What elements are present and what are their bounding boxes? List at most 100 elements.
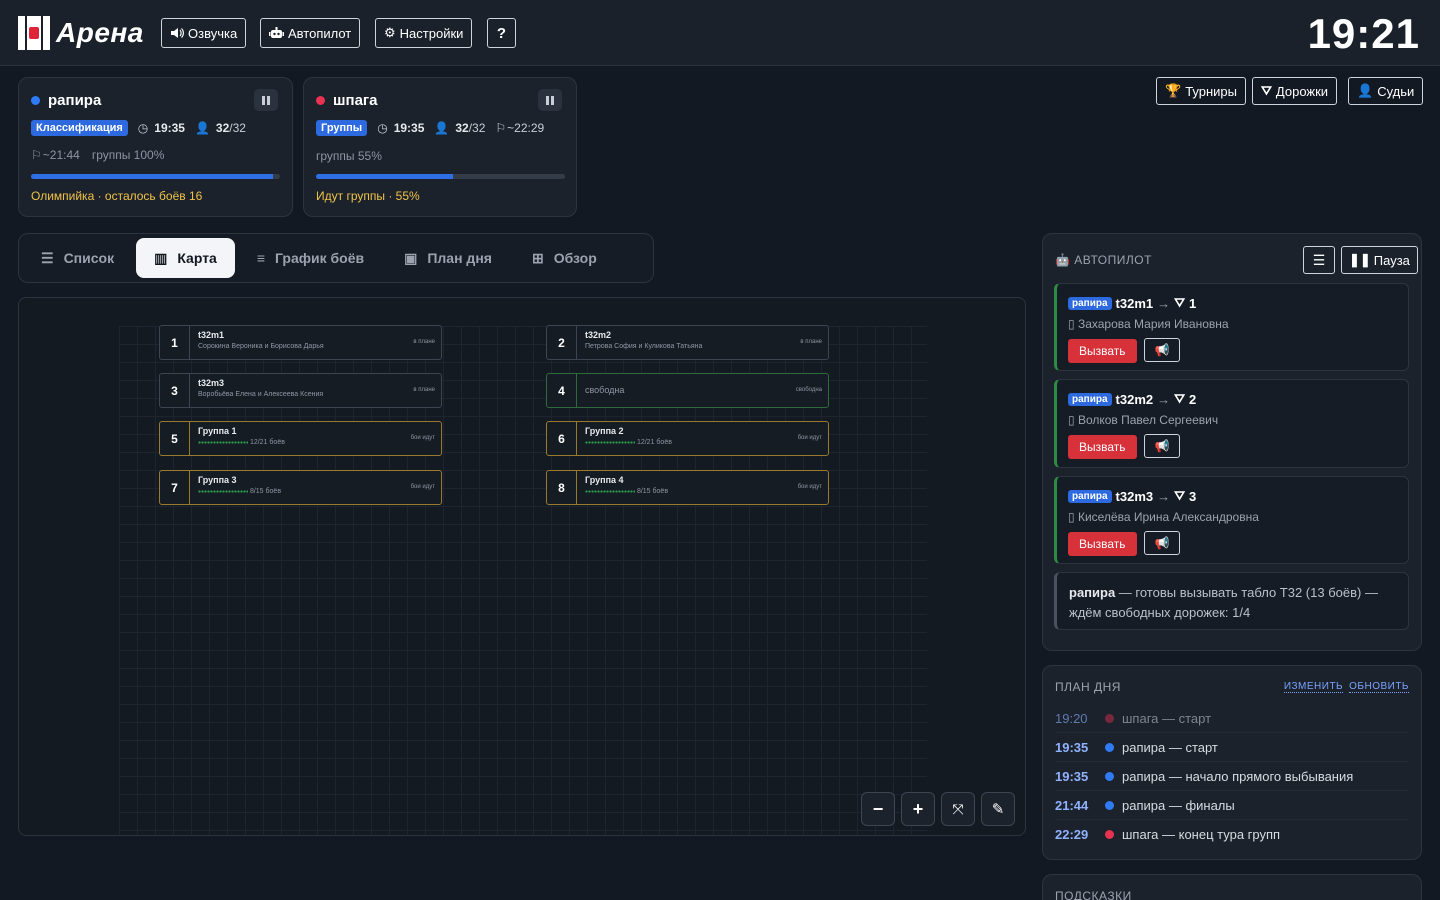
- plan-dot: [1105, 713, 1114, 723]
- message-weapon: рапира: [1069, 585, 1116, 600]
- refresh-plan-link[interactable]: ОБНОВИТЬ: [1349, 681, 1409, 693]
- plan-text: шпага — старт: [1122, 710, 1212, 726]
- hints-panel: ПОДСКАЗКИ: [1042, 874, 1422, 900]
- fencers-icon: 👤: [194, 121, 210, 135]
- tab-overview[interactable]: ⊞ Обзор: [514, 238, 615, 278]
- lane-number: 3: [160, 374, 190, 407]
- lane-number: 1: [1189, 295, 1197, 311]
- clock-icon: ◷: [137, 121, 149, 135]
- bout-progress-dots: [585, 489, 635, 493]
- lane-card[interactable]: 8 Группа 4 8/15 боёв бои идут: [546, 470, 829, 505]
- edit-plan-link[interactable]: ИЗМЕНИТЬ: [1283, 681, 1344, 693]
- lane-card[interactable]: 7 Группа 3 8/15 боёв бои идут: [159, 470, 442, 505]
- weapon-chip: рапира: [1068, 296, 1112, 310]
- autopilot-button[interactable]: Автопилот: [260, 18, 361, 48]
- bout-progress-dots: [585, 440, 635, 444]
- weapon-chip: рапира: [1068, 392, 1112, 406]
- lane-card[interactable]: 6 Группа 2 12/21 боёв бои идут: [546, 421, 829, 456]
- lane-bout: свободна: [585, 385, 625, 395]
- road-icon: ⛛: [1174, 295, 1186, 310]
- tab-schedule[interactable]: ≡ График боёв: [239, 238, 382, 278]
- fencer-total: /32: [229, 121, 246, 135]
- stage-badge: Группы: [316, 120, 368, 136]
- pause-weapon-button[interactable]: [538, 89, 562, 111]
- logo-mark-icon: [18, 16, 50, 50]
- finish-flag-icon: ⚐: [31, 148, 42, 162]
- edit-map-button[interactable]: ✎: [981, 792, 1015, 826]
- bout-name: t32m3: [1115, 488, 1154, 504]
- plan-row: 19:35 рапира — старт: [1055, 733, 1409, 762]
- list-icon: ☰: [41, 249, 54, 266]
- weapon-name: рапира: [48, 92, 102, 109]
- referee-icon: ▯: [1068, 317, 1075, 331]
- weapon-note: Олимпийка · осталось боёв 16: [31, 189, 203, 203]
- tab-dayplan[interactable]: ▣ План дня: [386, 238, 510, 278]
- lane-number: 2: [1189, 391, 1197, 407]
- plus-icon: +: [912, 798, 924, 819]
- plan-time: 21:44: [1055, 797, 1089, 813]
- lane-bout: Группа 4: [585, 475, 624, 485]
- lane-card[interactable]: 5 Группа 1 12/21 боёв бои идут: [159, 421, 442, 456]
- zoom-out-button[interactable]: −: [861, 792, 895, 826]
- road-icon: ⛛: [1174, 488, 1186, 503]
- clock-icon: ◷: [377, 121, 388, 135]
- pause-weapon-button[interactable]: [254, 89, 278, 111]
- calendar-icon: ▣: [404, 249, 418, 266]
- fencer-total: /32: [468, 121, 486, 135]
- voice-button[interactable]: Озвучка: [161, 18, 247, 48]
- weapon-chip: рапира: [1068, 489, 1112, 503]
- fit-view-button[interactable]: ⤧: [941, 792, 975, 826]
- lane-status: бои идут: [797, 435, 822, 441]
- announce-button[interactable]: 📢: [1144, 434, 1180, 458]
- autopilot-pause-button[interactable]: ❚❚ Пауза: [1341, 246, 1418, 274]
- fencers-icon: 👤: [434, 121, 450, 135]
- settings-button[interactable]: ⚙ Настройки: [375, 18, 473, 48]
- tab-dayplan-label: План дня: [427, 250, 492, 266]
- tab-overview-label: Обзор: [553, 250, 597, 266]
- day-plan-title: ПЛАН ДНЯ: [1055, 680, 1121, 694]
- lane-card[interactable]: 4 свободна свободна: [546, 373, 829, 408]
- help-button[interactable]: ?: [487, 18, 516, 48]
- lane-card[interactable]: 3 t32m3 Воробьёва Елена и Алексеева Ксения…: [159, 373, 442, 408]
- tournaments-button[interactable]: 🏆 Турниры: [1156, 77, 1246, 105]
- autopilot-status-message: рапира — готовы вызывать табло T32 (13 б…: [1054, 572, 1409, 630]
- autopilot-settings-button[interactable]: ☰: [1303, 246, 1335, 274]
- lane-card[interactable]: 1 t32m1 Сорокина Вероника и Борисова Дарья…: [159, 325, 442, 360]
- lane-number: 5: [160, 422, 190, 455]
- bout-name: t32m1: [1115, 295, 1154, 311]
- venue-map[interactable]: 1 t32m1 Сорокина Вероника и Борисова Дарья…: [18, 297, 1026, 836]
- lane-status: в плане: [413, 387, 435, 393]
- plan-row: 19:35 рапира — начало прямого выбывания: [1055, 762, 1409, 791]
- call-button[interactable]: Вызвать: [1068, 435, 1137, 459]
- minus-icon: −: [872, 798, 884, 819]
- announce-button[interactable]: 📢: [1144, 531, 1180, 555]
- lane-bout: Группа 2: [585, 426, 624, 436]
- call-button[interactable]: Вызвать: [1068, 339, 1137, 363]
- lane-bout: t32m3: [198, 378, 225, 388]
- plan-row: 22:29 шпага — конец тура групп: [1055, 820, 1409, 849]
- lane-card[interactable]: 2 t32m2 Петрова София и Куликова Татьяна в …: [546, 325, 829, 360]
- road-icon: ⛛: [1261, 83, 1272, 98]
- tab-list[interactable]: ☰ Список: [23, 238, 132, 278]
- weapon-card-epee: шпага Группы ◷ 19:35 👤 32/32 ⚐ ~22:29 групп…: [303, 77, 577, 217]
- bars-icon: ≡: [256, 250, 266, 266]
- arrow-text: →: [1157, 391, 1171, 407]
- bout-progress-dots: [198, 489, 248, 493]
- tab-map[interactable]: ▥ Карта: [136, 238, 235, 278]
- judges-button[interactable]: 👤 Судьи: [1348, 77, 1424, 105]
- plan-text: рапира — начало прямого выбывания: [1122, 768, 1354, 784]
- zoom-in-button[interactable]: +: [901, 792, 935, 826]
- lanes-button[interactable]: ⛛ Дорожки: [1252, 77, 1338, 105]
- lanes-label: Дорожки: [1275, 83, 1329, 99]
- message-text: — готовы вызывать табло T32 (13 боёв) — …: [1069, 585, 1378, 620]
- pause-label: Пауза: [1373, 252, 1410, 268]
- bout-progress-dots: [198, 440, 248, 444]
- app-logo[interactable]: Арена: [18, 16, 144, 50]
- referee-name: Захарова Мария Ивановна: [1077, 317, 1229, 331]
- announce-button[interactable]: 📢: [1144, 338, 1180, 362]
- lane-bouts: 8/15 боёв: [636, 488, 669, 495]
- compress-icon: ⤧: [952, 800, 964, 817]
- finish-time: ~22:29: [507, 121, 545, 135]
- trophy-icon: 🏆: [1165, 83, 1182, 98]
- call-button[interactable]: Вызвать: [1068, 532, 1137, 556]
